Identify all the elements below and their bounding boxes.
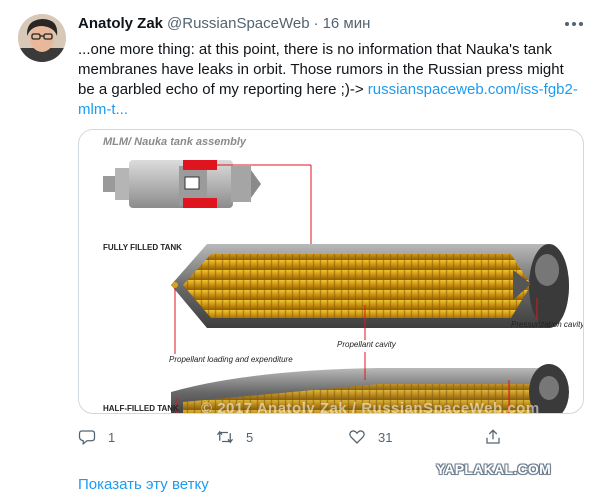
like-icon <box>349 430 365 444</box>
label-pressurization: Pressurization cavity <box>511 320 584 329</box>
label-propellant-cavity: Propellant cavity <box>337 340 396 349</box>
tweet-actions: 1 5 31 <box>78 424 518 450</box>
retweet-count: 5 <box>246 429 254 445</box>
tweet-image[interactable]: MLM/ Nauka tank assembly FULLY FILLED TA… <box>78 129 584 414</box>
module-illustration <box>103 160 312 240</box>
reply-icon <box>78 430 96 446</box>
author-handle[interactable]: @RussianSpaceWeb <box>167 14 310 34</box>
label-loading: Propellant loading and expenditure <box>169 355 293 364</box>
image-watermark: © 2017 Anatoly Zak / RussianSpaceWeb.com <box>201 400 540 414</box>
tank-diagram <box>103 160 569 413</box>
like-button[interactable]: 31 <box>348 424 392 450</box>
full-tank <box>171 240 569 354</box>
label-full-tank: FULLY FILLED TANK <box>103 243 182 252</box>
author-name[interactable]: Anatoly Zak <box>78 14 163 34</box>
separator-dot: · <box>313 15 319 32</box>
share-icon <box>486 429 500 444</box>
tweet-header: Anatoly Zak @RussianSpaceWeb · 16 мин <box>78 14 370 36</box>
tweet-text: ...one more thing: at this point, there … <box>78 40 583 120</box>
avatar[interactable] <box>18 14 66 62</box>
site-watermark: YAPLAKAL.COM <box>436 461 552 477</box>
share-button[interactable] <box>484 424 502 450</box>
avatar-image <box>18 14 66 62</box>
like-count: 31 <box>378 429 393 445</box>
more-icon[interactable] <box>562 14 586 34</box>
reply-button[interactable]: 1 <box>78 424 115 450</box>
retweet-button[interactable]: 5 <box>216 424 253 450</box>
reply-count: 1 <box>108 429 116 445</box>
image-title: MLM/ Nauka tank assembly <box>103 136 247 148</box>
retweet-icon <box>216 430 234 444</box>
show-thread-link[interactable]: Показать эту ветку <box>78 476 209 494</box>
tweet: Anatoly Zak @RussianSpaceWeb · 16 мин ..… <box>0 0 599 499</box>
tweet-time[interactable]: 16 мин <box>323 14 371 34</box>
label-half-tank: HALF-FILLED TANK <box>103 404 179 413</box>
